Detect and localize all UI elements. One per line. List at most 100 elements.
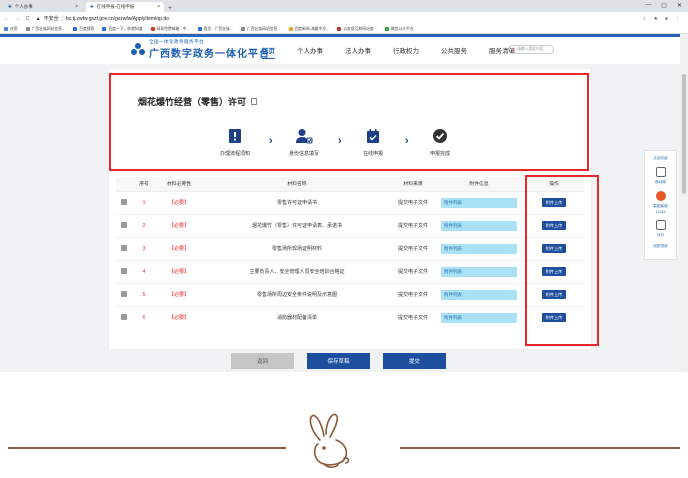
bookmark-item[interactable]: 网易免费邮箱 - 中...	[150, 27, 190, 32]
profile-icon[interactable]: ●	[665, 16, 668, 22]
warning-icon: ▲	[35, 15, 41, 22]
bookmark-item[interactable]: 应用	[4, 27, 18, 32]
attachment-list[interactable]: 附件列表	[441, 220, 517, 231]
tab-close-icon[interactable]: ×	[75, 4, 78, 10]
row-required: 【必要】	[156, 259, 202, 283]
bookmark-icon	[102, 27, 107, 31]
row-required: 【必要】	[156, 236, 202, 260]
col-header-source: 材料来源	[392, 177, 434, 191]
hotline-label: 12345	[655, 210, 666, 214]
col-header-name: 材料名称	[202, 177, 392, 191]
mobile-icon[interactable]	[655, 167, 666, 177]
row-number: 4	[132, 259, 156, 283]
bookmark-item[interactable]: 广西壮族网站信息...	[25, 27, 65, 32]
mobile-label: 移动端	[655, 180, 666, 184]
header-accent-bar	[0, 34, 680, 37]
bookmark-icon	[25, 27, 30, 31]
bookmark-item[interactable]: 广西壮族网站信息...	[240, 27, 281, 32]
row-number: 5	[132, 282, 156, 306]
window-controls: — ▢ ✕	[645, 2, 682, 9]
nav-public-service[interactable]: 公共服务	[441, 45, 467, 59]
minimize-icon[interactable]: —	[645, 2, 651, 9]
row-material-name: 零售许可证申请书	[202, 190, 392, 214]
nav-corporate[interactable]: 法人办事	[345, 45, 371, 59]
row-checkbox[interactable]	[121, 313, 127, 320]
table-row: 1 【必要】 零售许可证申请书 提交电子文件 附件列表 附件上传	[116, 190, 584, 214]
chat-icon[interactable]	[655, 191, 666, 201]
row-required: 【必要】	[156, 213, 202, 237]
logo-icon	[131, 42, 145, 57]
row-number: 3	[132, 236, 156, 260]
nav-admin-power[interactable]: 行政权力	[393, 45, 419, 59]
row-number: 1	[132, 190, 156, 214]
col-header-required: 材料必要性	[156, 177, 202, 191]
url-field[interactable]: ▲ 不安全 | hc.tj.zwfw.gxzf.gov.cn/gxzwfw/Ap…	[35, 15, 169, 23]
attachment-list[interactable]: 附件列表	[441, 243, 517, 254]
attachment-list[interactable]: 附件列表	[441, 266, 517, 277]
row-checkbox[interactable]	[121, 267, 127, 274]
table-header-row: 序号 材料必要性 材料名称 材料来源 附件信息 操作	[116, 177, 584, 191]
bookmark-item[interactable]: 百度搜索	[73, 27, 94, 32]
table-row: 6 【必要】 消防器材配备清单 提交电子文件 附件列表 附件上传	[116, 305, 584, 329]
col-header-attachment: 附件信息	[434, 177, 524, 191]
page-scrollbar[interactable]	[680, 34, 688, 372]
back-icon[interactable]: ←	[4, 16, 9, 22]
attachment-list[interactable]: 附件列表	[441, 197, 517, 208]
divider-left	[8, 447, 286, 449]
row-source: 提交电子文件	[392, 236, 434, 260]
logo-title: 广西数字政务一体化平台	[149, 49, 270, 60]
table-row: 2 【必要】 烟花爆竹（零售）许可证申请表、承诺书 提交电子文件 附件列表 附件…	[116, 213, 584, 237]
browser-tab[interactable]: ✚ 个人办事 ×	[4, 2, 82, 12]
row-number: 6	[132, 305, 156, 329]
materials-table: 序号 材料必要性 材料名称 材料来源 附件信息 操作 1 【必要】 零售许可证申…	[116, 177, 584, 329]
bookmark-item[interactable]: 公安部互联网站查...	[337, 27, 377, 32]
reload-icon[interactable]: C	[26, 16, 30, 22]
search-icon: Q	[512, 47, 515, 52]
tab-label: 在线申报-在线申报	[96, 4, 135, 9]
back-to-top-link[interactable]: 回到顶部	[645, 244, 676, 249]
bookmark-item[interactable]: 首页 - 广西壮族...	[197, 27, 233, 32]
submit-button[interactable]: 提交	[383, 353, 446, 369]
row-material-name: 烟花爆竹（零售）许可证申请表、承诺书	[202, 213, 392, 237]
tab-close-icon[interactable]: ×	[157, 4, 160, 10]
row-source: 提交电子文件	[392, 190, 434, 214]
menu-icon[interactable]: ⋮	[675, 16, 680, 22]
star-icon[interactable]: ☆	[642, 16, 646, 22]
apps-icon	[4, 27, 8, 31]
tab-favicon-icon: ✚	[90, 4, 94, 9]
attachment-list[interactable]: 附件列表	[441, 312, 517, 323]
bookmark-icon[interactable]: ★	[653, 16, 657, 22]
nav-personal[interactable]: 个人办事	[297, 45, 323, 59]
close-window-icon[interactable]: ✕	[677, 2, 682, 9]
bookmark-icon	[337, 27, 342, 31]
review-icon[interactable]	[655, 220, 666, 230]
operation-highlight-box	[525, 175, 599, 346]
forward-icon[interactable]: →	[15, 16, 20, 22]
scrollbar-thumb[interactable]	[682, 74, 686, 194]
bookmark-icon	[73, 27, 78, 31]
maximize-icon[interactable]: ▢	[661, 2, 667, 9]
site-search-input[interactable]: Q 请输入搜索内容	[508, 45, 554, 54]
bookmark-icon	[288, 27, 293, 31]
row-number: 2	[132, 213, 156, 237]
site-logo[interactable]: 全国一体化政务服务平台 广西数字政务一体化平台	[131, 39, 270, 60]
form-actions: 返回 保存草稿 提交	[231, 353, 446, 369]
collapse-link[interactable]: 点此收起	[645, 156, 676, 161]
row-checkbox[interactable]	[121, 244, 127, 251]
nav-home[interactable]: 首页	[262, 45, 275, 59]
save-draft-button[interactable]: 保存草稿	[307, 353, 370, 369]
site-header: 全国一体化政务服务平台 广西数字政务一体化平台 首页 个人办事 法人办事 行政权…	[0, 34, 680, 64]
browser-tab-active[interactable]: ✚ 在线申报-在线申报 ×	[86, 2, 164, 12]
bookmark-item[interactable]: 微信公众平台	[384, 27, 414, 32]
bookmark-icon	[150, 27, 155, 31]
attachment-list[interactable]: 附件列表	[441, 289, 517, 300]
bookmark-item[interactable]: 百度新闻-海量中文...	[288, 27, 329, 32]
row-checkbox[interactable]	[121, 290, 127, 297]
new-tab-icon[interactable]: +	[168, 5, 172, 12]
row-checkbox[interactable]	[121, 198, 127, 205]
tab-favicon-icon: ✚	[8, 4, 12, 9]
security-label: 不安全	[43, 16, 59, 22]
row-checkbox[interactable]	[121, 221, 127, 228]
back-button[interactable]: 返回	[231, 353, 294, 369]
bookmark-item[interactable]: 百度一下，你就知道	[102, 27, 143, 32]
